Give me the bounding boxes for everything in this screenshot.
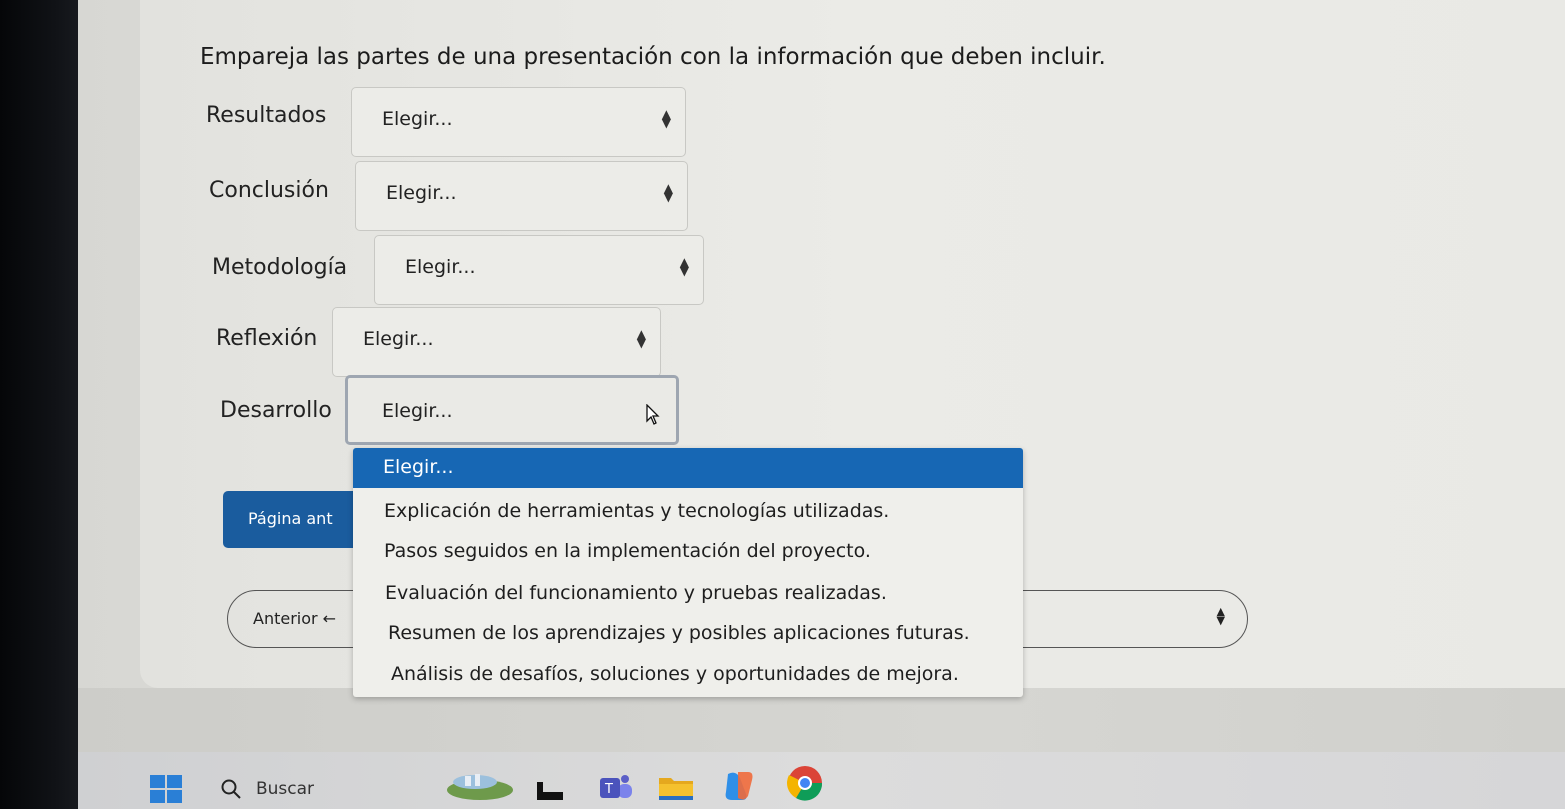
dropdown-option[interactable]: Explicación de herramientas y tecnología…: [353, 492, 1023, 532]
copilot-icon[interactable]: [722, 770, 756, 802]
row-label-desarrollo: Desarrollo: [220, 398, 332, 423]
row-label-metodologia: Metodología: [212, 255, 348, 280]
file-explorer-icon[interactable]: [657, 772, 695, 802]
navigation-select-label: Anterior ←: [253, 609, 337, 628]
page-footer-band: [78, 688, 1565, 752]
windows-start-icon[interactable]: [148, 773, 184, 805]
search-icon[interactable]: [220, 778, 242, 800]
select-resultados[interactable]: Elegir... ▲ ▼: [351, 87, 686, 157]
dropdown-option[interactable]: Resumen de los aprendizajes y posibles a…: [353, 614, 1023, 654]
select-value: Elegir...: [382, 400, 453, 422]
taskbar-search-label[interactable]: Buscar: [256, 779, 314, 799]
row-label-resultados: Resultados: [206, 103, 327, 128]
updown-arrows-icon: ▲ ▼: [663, 181, 673, 204]
question-text: Empareja las partes de una presentación …: [200, 44, 1106, 70]
select-value: Elegir...: [405, 256, 476, 278]
select-metodologia[interactable]: Elegir... ▲ ▼: [374, 235, 704, 305]
widgets-landscape-icon[interactable]: [445, 770, 515, 802]
mouse-cursor-icon: [646, 404, 660, 425]
updown-arrows-icon: ▲ ▼: [1216, 605, 1225, 627]
task-view-icon[interactable]: [535, 778, 565, 802]
select-conclusion[interactable]: Elegir... ▲ ▼: [355, 161, 688, 231]
screen: Empareja las partes de una presentación …: [0, 0, 1565, 809]
updown-arrows-icon: ▲ ▼: [636, 327, 646, 350]
svg-text:T: T: [604, 782, 613, 797]
select-desarrollo[interactable]: Elegir...: [345, 375, 679, 445]
select-value: Elegir...: [382, 108, 453, 130]
select-reflexion[interactable]: Elegir... ▲ ▼: [332, 307, 661, 377]
teams-icon[interactable]: T: [598, 772, 634, 802]
updown-arrows-icon: ▲ ▼: [679, 255, 689, 278]
row-label-conclusion: Conclusión: [209, 178, 329, 203]
monitor-bezel: [0, 0, 90, 809]
dropdown-list: Elegir... Explicación de herramientas y …: [353, 448, 1023, 697]
dropdown-option[interactable]: Análisis de desafíos, soluciones y oport…: [353, 655, 1023, 695]
dropdown-option[interactable]: Elegir...: [353, 448, 1023, 488]
select-value: Elegir...: [363, 328, 434, 350]
row-label-reflexion: Reflexión: [216, 326, 318, 351]
updown-arrows-icon: ▲ ▼: [661, 107, 671, 130]
dropdown-option[interactable]: Pasos seguidos en la implementación del …: [353, 532, 1023, 572]
dropdown-option[interactable]: Evaluación del funcionamiento y pruebas …: [353, 574, 1023, 614]
chrome-icon[interactable]: [784, 762, 826, 804]
select-value: Elegir...: [386, 182, 457, 204]
previous-page-button[interactable]: Página ant: [223, 491, 373, 548]
